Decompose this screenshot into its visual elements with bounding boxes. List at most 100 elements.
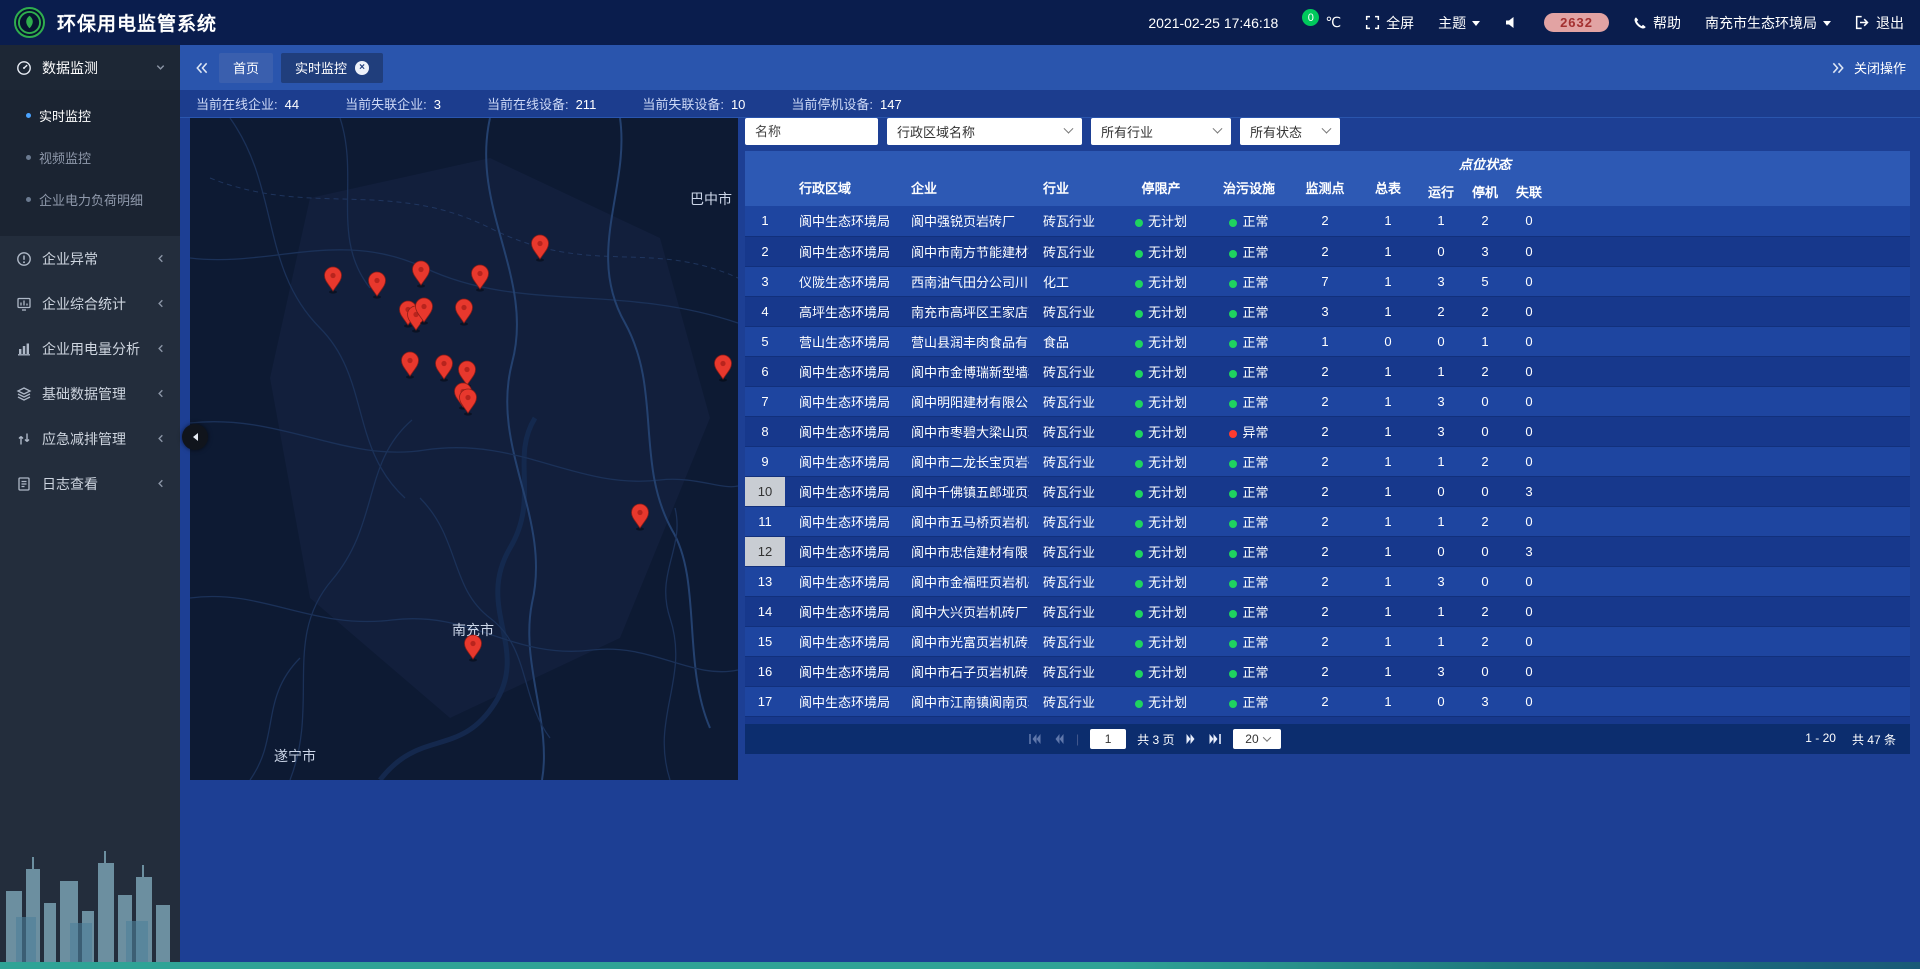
main-content: 巴中市南充市遂宁市 行政区域名称 所有行业 所有状态 — [180, 118, 1920, 969]
table-row[interactable]: 16阆中生态环境局阆中市石子页岩机砖厂砖瓦行业无计划正常21300 — [745, 656, 1910, 686]
table-row[interactable]: 17阆中生态环境局阆中市江南镇阆南页岩砖瓦行业无计划正常21030 — [745, 686, 1910, 716]
row-index: 4 — [745, 296, 785, 326]
cell-filler — [1551, 686, 1910, 716]
close-operations-button[interactable]: 关闭操作 — [1831, 58, 1906, 77]
chevron-down-icon — [155, 62, 166, 73]
pagination-bar: | 共 3 页 20 1 - 20 共 47 条 — [745, 724, 1910, 754]
cell-limit: 无计划 — [1117, 356, 1205, 386]
status-dot-icon — [1135, 580, 1143, 588]
cell-industry: 砖瓦行业 — [1029, 206, 1117, 236]
sidebar-section-label: 企业综合统计 — [42, 294, 126, 314]
sidebar-section[interactable]: 数据监测 — [0, 45, 180, 90]
sidebar-subitem[interactable]: 实时监控 — [0, 94, 180, 136]
first-page-button[interactable] — [1028, 733, 1042, 745]
industry-filter-value: 所有行业 — [1101, 122, 1153, 141]
name-filter-input[interactable] — [745, 118, 878, 145]
tabs-scroll-left-button[interactable] — [194, 61, 209, 75]
fullscreen-button[interactable]: 全屏 — [1365, 13, 1414, 33]
cell-industry: 砖瓦行业 — [1029, 356, 1117, 386]
mute-button[interactable] — [1504, 15, 1520, 30]
cell-filler — [1551, 716, 1910, 724]
map-panel[interactable]: 巴中市南充市遂宁市 — [190, 118, 738, 780]
temperature-unit: ℃ — [1325, 14, 1341, 31]
table-row[interactable]: 12阆中生态环境局阆中市忠信建材有限公砖瓦行业无计划正常21003 — [745, 536, 1910, 566]
status-dot-icon — [1229, 670, 1237, 678]
cell-limit: 无计划 — [1117, 656, 1205, 686]
table-row[interactable]: 10阆中生态环境局阆中千佛镇五郎垭页岩砖瓦行业无计划正常21003 — [745, 476, 1910, 506]
sidebar-section[interactable]: 企业异常 — [0, 236, 180, 281]
table-row[interactable]: 4高坪生态环境局南充市高坪区王家店建砖瓦行业无计划正常31220 — [745, 296, 1910, 326]
table-row[interactable]: 18南部生态环境局南部县建材有限公司砖瓦行业无计划正常21030 — [745, 716, 1910, 724]
cell-run: 1 — [1419, 206, 1463, 236]
map-svg[interactable]: 巴中市南充市遂宁市 — [190, 118, 738, 780]
cell-facility: 正常 — [1205, 656, 1293, 686]
sidebar-subitem[interactable]: 视频监控 — [0, 136, 180, 178]
row-index: 14 — [745, 596, 785, 626]
table-row[interactable]: 2阆中生态环境局阆中市南方节能建材有砖瓦行业无计划正常21030 — [745, 236, 1910, 266]
cell-facility: 正常 — [1205, 326, 1293, 356]
table-row[interactable]: 11阆中生态环境局阆中市五马桥页岩机砖砖瓦行业无计划正常21120 — [745, 506, 1910, 536]
status-filter-select[interactable]: 所有状态 — [1240, 118, 1340, 145]
table-row[interactable]: 1阆中生态环境局阆中强锐页岩砖厂砖瓦行业无计划正常21120 — [745, 206, 1910, 236]
table-row[interactable]: 7阆中生态环境局阆中明阳建材有限公司砖瓦行业无计划正常21300 — [745, 386, 1910, 416]
status-dot-icon — [1229, 370, 1237, 378]
sidebar-section[interactable]: 企业用电量分析 — [0, 326, 180, 371]
industry-filter-select[interactable]: 所有行业 — [1091, 118, 1231, 145]
table-row[interactable]: 15阆中生态环境局阆中市光富页岩机砖厂砖瓦行业无计划正常21120 — [745, 626, 1910, 656]
alert-count-badge[interactable]: 2632 — [1544, 13, 1609, 32]
cell-monitor: 2 — [1293, 206, 1357, 236]
city-skyline-illustration — [0, 833, 180, 963]
cell-industry: 砖瓦行业 — [1029, 656, 1117, 686]
cell-industry: 砖瓦行业 — [1029, 626, 1117, 656]
cell-run: 0 — [1419, 536, 1463, 566]
page-size-select[interactable]: 20 — [1233, 729, 1281, 749]
last-page-button[interactable] — [1208, 733, 1222, 745]
map-collapse-button[interactable] — [182, 424, 208, 450]
tab-active[interactable]: 实时监控× — [281, 53, 383, 83]
cell-stop: 2 — [1463, 596, 1507, 626]
theme-dropdown[interactable]: 主题 — [1438, 13, 1480, 33]
sidebar-section[interactable]: 日志查看 — [0, 461, 180, 506]
table-row[interactable]: 8阆中生态环境局阆中市枣碧大梁山页岩砖瓦行业无计划异常21300 — [745, 416, 1910, 446]
table-row[interactable]: 9阆中生态环境局阆中市二龙长宝页岩砖砖瓦行业无计划正常21120 — [745, 446, 1910, 476]
cell-stop: 2 — [1463, 206, 1507, 236]
help-button[interactable]: 帮助 — [1633, 13, 1681, 33]
logout-button[interactable]: 退出 — [1855, 13, 1904, 33]
cell-limit: 无计划 — [1117, 626, 1205, 656]
prev-page-button[interactable] — [1053, 733, 1065, 745]
status-dot-icon — [1135, 520, 1143, 528]
status-dot-icon — [1135, 490, 1143, 498]
tab-close-icon[interactable]: × — [355, 61, 369, 75]
cell-lost: 0 — [1507, 716, 1551, 724]
cell-facility: 正常 — [1205, 626, 1293, 656]
cell-region: 阆中生态环境局 — [785, 626, 897, 656]
status-dot-icon — [1229, 700, 1237, 708]
table-row[interactable]: 5营山生态环境局营山县润丰肉食品有限食品无计划正常10010 — [745, 326, 1910, 356]
row-index: 12 — [745, 536, 785, 566]
status-dot-icon — [1229, 400, 1237, 408]
sidebar-section[interactable]: 企业综合统计 — [0, 281, 180, 326]
stat-item: 当前在线设备:211 — [487, 94, 596, 113]
page-number-input[interactable] — [1090, 729, 1126, 749]
chevron-down-icon — [1213, 124, 1223, 134]
next-page-button[interactable] — [1185, 733, 1197, 745]
org-dropdown[interactable]: 南充市生态环境局 — [1705, 13, 1831, 33]
region-filter-select[interactable]: 行政区域名称 — [887, 118, 1082, 145]
status-filter-value: 所有状态 — [1250, 122, 1302, 141]
sidebar-section[interactable]: 应急减排管理 — [0, 416, 180, 461]
sidebar-section[interactable]: 基础数据管理 — [0, 371, 180, 416]
row-index: 1 — [745, 206, 785, 236]
tab-item[interactable]: 首页 — [219, 53, 273, 83]
sidebar-subitem[interactable]: 企业电力负荷明细 — [0, 178, 180, 220]
status-dot-icon — [1229, 310, 1237, 318]
sidebar-subitem-label: 实时监控 — [39, 106, 91, 125]
table-row[interactable]: 13阆中生态环境局阆中市金福旺页岩机砖砖瓦行业无计划正常21300 — [745, 566, 1910, 596]
table-row[interactable]: 6阆中生态环境局阆中市金博瑞新型墙材砖瓦行业无计划正常21120 — [745, 356, 1910, 386]
table-row[interactable]: 14阆中生态环境局阆中大兴页岩机砖厂砖瓦行业无计划正常21120 — [745, 596, 1910, 626]
table-row[interactable]: 3仪陇生态环境局西南油气田分公司川中化工无计划正常71350 — [745, 266, 1910, 296]
cell-facility: 正常 — [1205, 236, 1293, 266]
bullet-icon — [26, 113, 31, 118]
cell-monitor: 2 — [1293, 386, 1357, 416]
top-header: 环保用电监管系统 2021-02-25 17:46:18 0 ℃ 全屏 主题 2… — [0, 0, 1920, 45]
cell-lost: 0 — [1507, 626, 1551, 656]
